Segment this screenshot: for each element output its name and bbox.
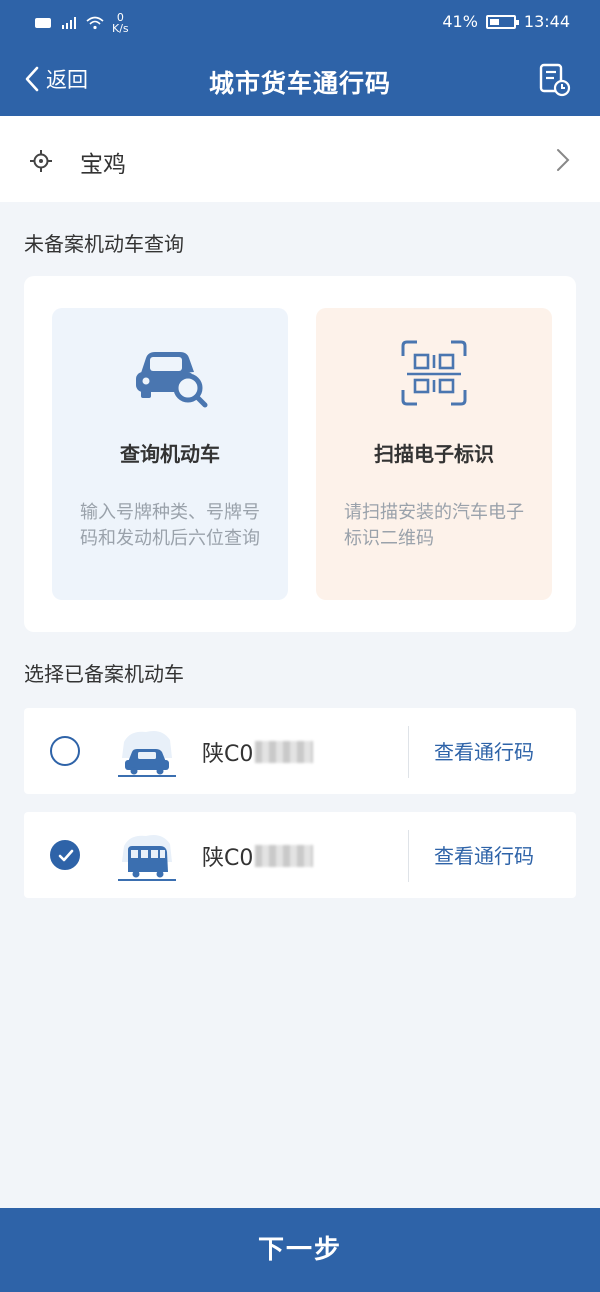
net-speed-unit: K/s — [112, 22, 129, 35]
vehicle-plate: 陕C0 — [202, 840, 314, 872]
van-icon — [118, 835, 176, 881]
vehicle-radio-unchecked[interactable] — [50, 736, 80, 766]
scan-tag-title: 扫描电子标识 — [374, 442, 494, 466]
unregistered-section-label: 未备案机动车查询 — [24, 232, 184, 256]
row-divider — [408, 726, 409, 778]
status-left: 0 K/s — [34, 12, 129, 34]
vehicle-radio-checked[interactable] — [50, 840, 80, 870]
next-step-button[interactable]: 下一步 — [0, 1208, 600, 1292]
vehicle-row[interactable]: 陕C0 查看通行码 — [24, 708, 576, 794]
qr-scan-icon — [401, 340, 467, 406]
view-pass-code-link[interactable]: 查看通行码 — [434, 840, 534, 869]
query-options-card: 查询机动车 输入号牌种类、号牌号码和发动机后六位查询 扫描电子标识 请扫描安装的… — [24, 276, 576, 632]
scan-tag-option[interactable]: 扫描电子标识 请扫描安装的汽车电子标识二维码 — [316, 308, 552, 600]
status-bar: 0 K/s 41% 13:44 — [0, 0, 600, 46]
chevron-right-icon — [557, 149, 570, 171]
plate-text: 陕C0 — [202, 742, 254, 767]
vehicle-plate: 陕C0 — [202, 736, 314, 768]
scan-tag-desc: 请扫描安装的汽车电子标识二维码 — [344, 502, 524, 549]
battery-percent: 41% — [442, 12, 478, 31]
net-speed: 0 K/s — [112, 12, 129, 34]
vehicle-row[interactable]: 陕C0 查看通行码 — [24, 812, 576, 898]
query-vehicle-desc: 输入号牌种类、号牌号码和发动机后六位查询 — [80, 502, 260, 549]
status-time: 13:44 — [523, 12, 570, 31]
page-title: 城市货车通行码 — [208, 69, 391, 98]
city-selector[interactable]: 宝鸡 — [0, 116, 600, 202]
view-pass-code-link[interactable]: 查看通行码 — [434, 736, 534, 765]
checkmark-icon — [58, 849, 74, 862]
plate-blur — [255, 845, 314, 867]
signal-icon — [62, 17, 76, 29]
car-search-icon — [136, 352, 208, 408]
locate-icon — [30, 150, 52, 172]
records-icon[interactable] — [536, 62, 572, 98]
nav-bar: 返回 城市货车通行码 — [0, 46, 600, 116]
query-vehicle-title: 查询机动车 — [120, 442, 220, 466]
hd-icon — [35, 18, 51, 28]
query-vehicle-option[interactable]: 查询机动车 输入号牌种类、号牌号码和发动机后六位查询 — [52, 308, 288, 600]
battery-fill — [489, 18, 499, 25]
city-name: 宝鸡 — [80, 152, 126, 178]
wifi-icon — [86, 16, 104, 30]
row-divider — [408, 830, 409, 882]
plate-blur — [255, 741, 314, 763]
status-right: 41% 13:44 — [442, 12, 570, 31]
battery-icon — [485, 14, 519, 29]
sedan-icon — [118, 731, 176, 777]
plate-text: 陕C0 — [202, 846, 254, 871]
registered-section-label: 选择已备案机动车 — [24, 662, 184, 686]
